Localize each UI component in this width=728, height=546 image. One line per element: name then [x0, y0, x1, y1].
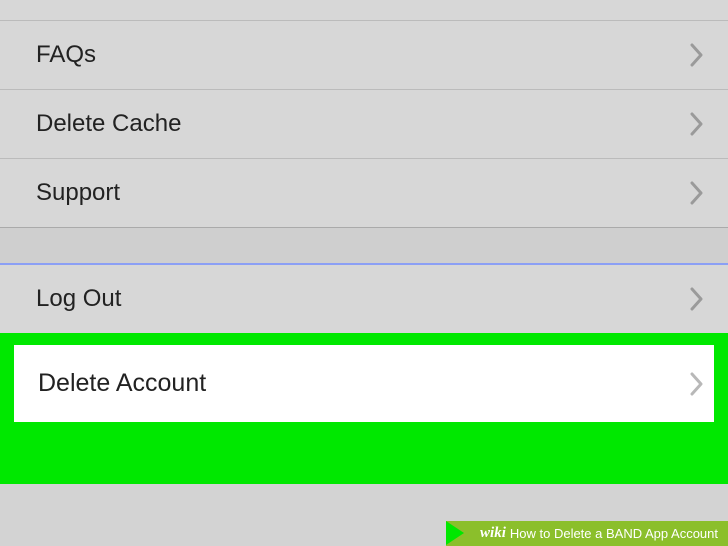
chevron-right-icon [690, 372, 704, 396]
chevron-right-icon [690, 112, 704, 136]
article-title: How to Delete a BAND App Account [510, 526, 718, 541]
chevron-right-icon [690, 287, 704, 311]
settings-row-log-out[interactable]: Log Out [0, 265, 728, 333]
settings-row-support[interactable]: Support [0, 159, 728, 227]
chevron-right-icon [690, 181, 704, 205]
highlight-border-top [0, 333, 728, 345]
settings-label: Support [36, 179, 120, 207]
settings-label: Delete Account [38, 369, 206, 398]
attribution-ribbon: wiki How to Delete a BAND App Account [446, 521, 728, 546]
attribution-bar: wiki How to Delete a BAND App Account [0, 521, 728, 546]
settings-row-faqs[interactable]: FAQs [0, 21, 728, 90]
settings-label: Delete Cache [36, 110, 181, 138]
settings-row-delete-account[interactable]: Delete Account [14, 345, 714, 422]
highlight-frame: Delete Account [0, 345, 728, 422]
settings-row-delete-cache[interactable]: Delete Cache [0, 90, 728, 159]
settings-label: Log Out [36, 285, 121, 313]
section-divider [0, 227, 728, 265]
settings-row-about[interactable]: About [0, 0, 728, 21]
settings-label: FAQs [36, 41, 96, 69]
highlight-border-bottom [0, 422, 728, 484]
chevron-right-icon [690, 43, 704, 67]
wiki-brand: wiki [480, 525, 506, 542]
